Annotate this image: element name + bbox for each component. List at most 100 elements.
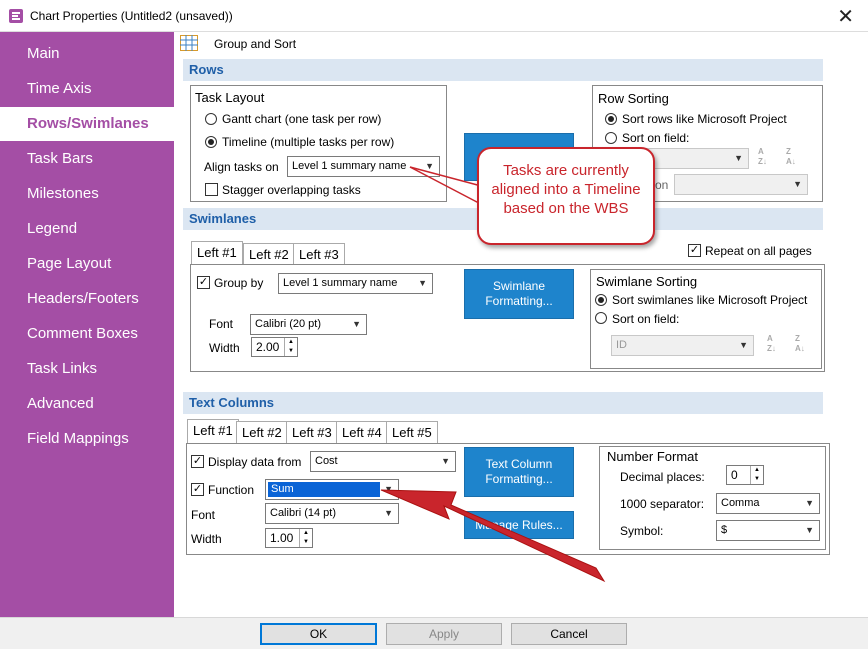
textcol-width-value: 1.00 — [270, 531, 294, 545]
chevron-down-icon: ▼ — [418, 278, 427, 288]
tab-swimlane-left-3[interactable]: Left #3 — [293, 243, 345, 265]
close-icon[interactable]: ✕ — [837, 4, 854, 29]
cancel-button[interactable]: Cancel — [511, 623, 627, 645]
sort-rows-field-label: Sort on field: — [622, 131, 690, 145]
rows-section-header: Rows — [183, 59, 823, 81]
apply-button[interactable]: Apply — [386, 623, 502, 645]
thousand-separator-select[interactable]: Comma ▼ — [716, 493, 820, 514]
stagger-checkbox[interactable] — [205, 183, 218, 196]
sidebar-item-time-axis[interactable]: Time Axis — [0, 72, 174, 106]
number-format-title: Number Format — [607, 449, 699, 464]
function-checkbox[interactable]: ✓ — [191, 483, 204, 496]
sort-swimlanes-msproject-radio[interactable] — [595, 294, 607, 306]
text-column-formatting-button[interactable]: Text Column Formatting... — [464, 447, 574, 497]
swimlane-sort-field-select[interactable]: ID ▼ — [611, 335, 754, 356]
repeat-pages-checkbox[interactable]: ✓ — [688, 244, 701, 257]
display-data-select[interactable]: Cost ▼ — [310, 451, 456, 472]
tab-textcol-left-2[interactable]: Left #2 — [236, 421, 288, 443]
chevron-down-icon: ▼ — [441, 456, 450, 466]
row-sorting-title: Row Sorting — [598, 91, 669, 106]
decimal-places-label: Decimal places: — [620, 470, 705, 484]
function-select[interactable]: Sum ▼ — [265, 479, 399, 500]
swimlane-width-spinner[interactable]: 2.00 ▲ ▼ — [251, 337, 298, 357]
sort-swimlanes-field-label: Sort on field: — [612, 312, 680, 326]
sort-ascending-icon[interactable]: A Z↓ — [767, 334, 787, 356]
align-tasks-value: Level 1 summary name — [292, 160, 407, 172]
chevron-down-icon: ▼ — [805, 525, 814, 535]
display-data-checkbox[interactable]: ✓ — [191, 455, 204, 468]
sort-ascending-icon[interactable]: A Z↓ — [758, 147, 778, 169]
display-data-label: Display data from — [208, 455, 302, 469]
chevron-down-icon: ▼ — [384, 484, 393, 494]
manage-rules-button[interactable]: Manage Rules... — [464, 511, 574, 539]
sort-swimlanes-field-radio[interactable] — [595, 312, 607, 324]
spinner-arrows-icon[interactable]: ▲ ▼ — [299, 529, 312, 547]
thousand-separator-value: Comma — [721, 497, 760, 509]
sidebar-item-advanced[interactable]: Advanced — [0, 387, 174, 421]
group-by-label: Group by — [214, 276, 264, 290]
sidebar-item-headers-footers[interactable]: Headers/Footers — [0, 282, 174, 316]
spinner-arrows-icon[interactable]: ▲ ▼ — [284, 338, 297, 356]
spinner-arrows-icon[interactable]: ▲ ▼ — [750, 466, 763, 484]
swimlane-sort-field-value: ID — [616, 339, 627, 351]
tab-swimlane-left-1[interactable]: Left #1 — [191, 241, 243, 265]
sidebar-item-rows-swimlanes[interactable]: Rows/Swimlanes — [0, 107, 174, 141]
callout-note: Tasks are currently aligned into a Timel… — [477, 147, 655, 245]
chevron-down-icon: ▼ — [425, 161, 434, 171]
tab-textcol-left-3[interactable]: Left #3 — [286, 421, 338, 443]
swimlane-font-select[interactable]: Calibri (20 pt) ▼ — [250, 314, 367, 335]
sidebar-item-page-layout[interactable]: Page Layout — [0, 247, 174, 281]
sidebar-item-comment-boxes[interactable]: Comment Boxes — [0, 317, 174, 351]
function-label: Function — [208, 483, 255, 497]
textcol-width-label: Width — [191, 532, 222, 546]
sidebar-item-legend[interactable]: Legend — [0, 212, 174, 246]
textcol-font-select[interactable]: Calibri (14 pt) ▼ — [265, 503, 399, 524]
sidebar-item-task-bars[interactable]: Task Bars — [0, 142, 174, 176]
chevron-down-icon: ▼ — [384, 508, 393, 518]
gantt-radio[interactable] — [205, 113, 217, 125]
chevron-down-icon: ▼ — [739, 340, 748, 350]
align-tasks-select[interactable]: Level 1 summary name ▼ — [287, 156, 440, 177]
text-columns-section-header: Text Columns — [183, 392, 823, 414]
swimlane-width-value: 2.00 — [256, 340, 280, 354]
timeline-radio[interactable] — [205, 136, 217, 148]
repeat-pages-label: Repeat on all pages — [705, 244, 812, 258]
group-by-value: Level 1 summary name — [283, 277, 398, 289]
sort-swimlanes-msproject-label: Sort swimlanes like Microsoft Project — [612, 293, 808, 307]
sort-rows-msproject-radio[interactable] — [605, 113, 617, 125]
thousand-separator-label: 1000 separator: — [620, 497, 705, 511]
sidebar-item-main[interactable]: Main — [0, 37, 174, 71]
sort-rows-msproject-label: Sort rows like Microsoft Project — [622, 112, 787, 126]
decimal-places-value: 0 — [731, 468, 738, 482]
window-title: Chart Properties (Untitled2 (unsaved)) — [30, 9, 233, 23]
chevron-down-icon: ▼ — [734, 153, 743, 163]
ok-button[interactable]: OK — [260, 623, 377, 645]
task-layout-title: Task Layout — [195, 90, 265, 105]
symbol-select[interactable]: $ ▼ — [716, 520, 820, 541]
decimal-places-spinner[interactable]: 0 ▲ ▼ — [726, 465, 764, 485]
swimlane-font-value: Calibri (20 pt) — [255, 318, 322, 330]
group-sort-label: Group and Sort — [214, 37, 297, 51]
chevron-down-icon: ▼ — [805, 498, 814, 508]
timeline-label: Timeline (multiple tasks per row) — [222, 135, 395, 149]
then-on-label: on — [655, 178, 669, 192]
chevron-down-icon: ▼ — [352, 319, 361, 329]
app-icon — [9, 9, 23, 23]
swimlane-sorting-title: Swimlane Sorting — [596, 274, 698, 289]
row-sort-then-select[interactable]: ▼ — [674, 174, 808, 195]
sort-descending-icon[interactable]: Z A↓ — [786, 147, 806, 169]
tab-swimlane-left-2[interactable]: Left #2 — [243, 243, 295, 265]
sort-rows-field-radio[interactable] — [605, 132, 617, 144]
sidebar-item-task-links[interactable]: Task Links — [0, 352, 174, 386]
sidebar-item-milestones[interactable]: Milestones — [0, 177, 174, 211]
group-by-select[interactable]: Level 1 summary name ▼ — [278, 273, 433, 294]
sidebar-item-field-mappings[interactable]: Field Mappings — [0, 422, 174, 456]
group-by-checkbox[interactable]: ✓ — [197, 276, 210, 289]
function-value: Sum — [271, 483, 294, 495]
tab-textcol-left-5[interactable]: Left #5 — [386, 421, 438, 443]
tab-textcol-left-4[interactable]: Left #4 — [336, 421, 388, 443]
swimlane-formatting-button[interactable]: Swimlane Formatting... — [464, 269, 574, 319]
tab-textcol-left-1[interactable]: Left #1 — [187, 419, 239, 443]
textcol-width-spinner[interactable]: 1.00 ▲ ▼ — [265, 528, 313, 548]
sort-descending-icon[interactable]: Z A↓ — [795, 334, 815, 356]
